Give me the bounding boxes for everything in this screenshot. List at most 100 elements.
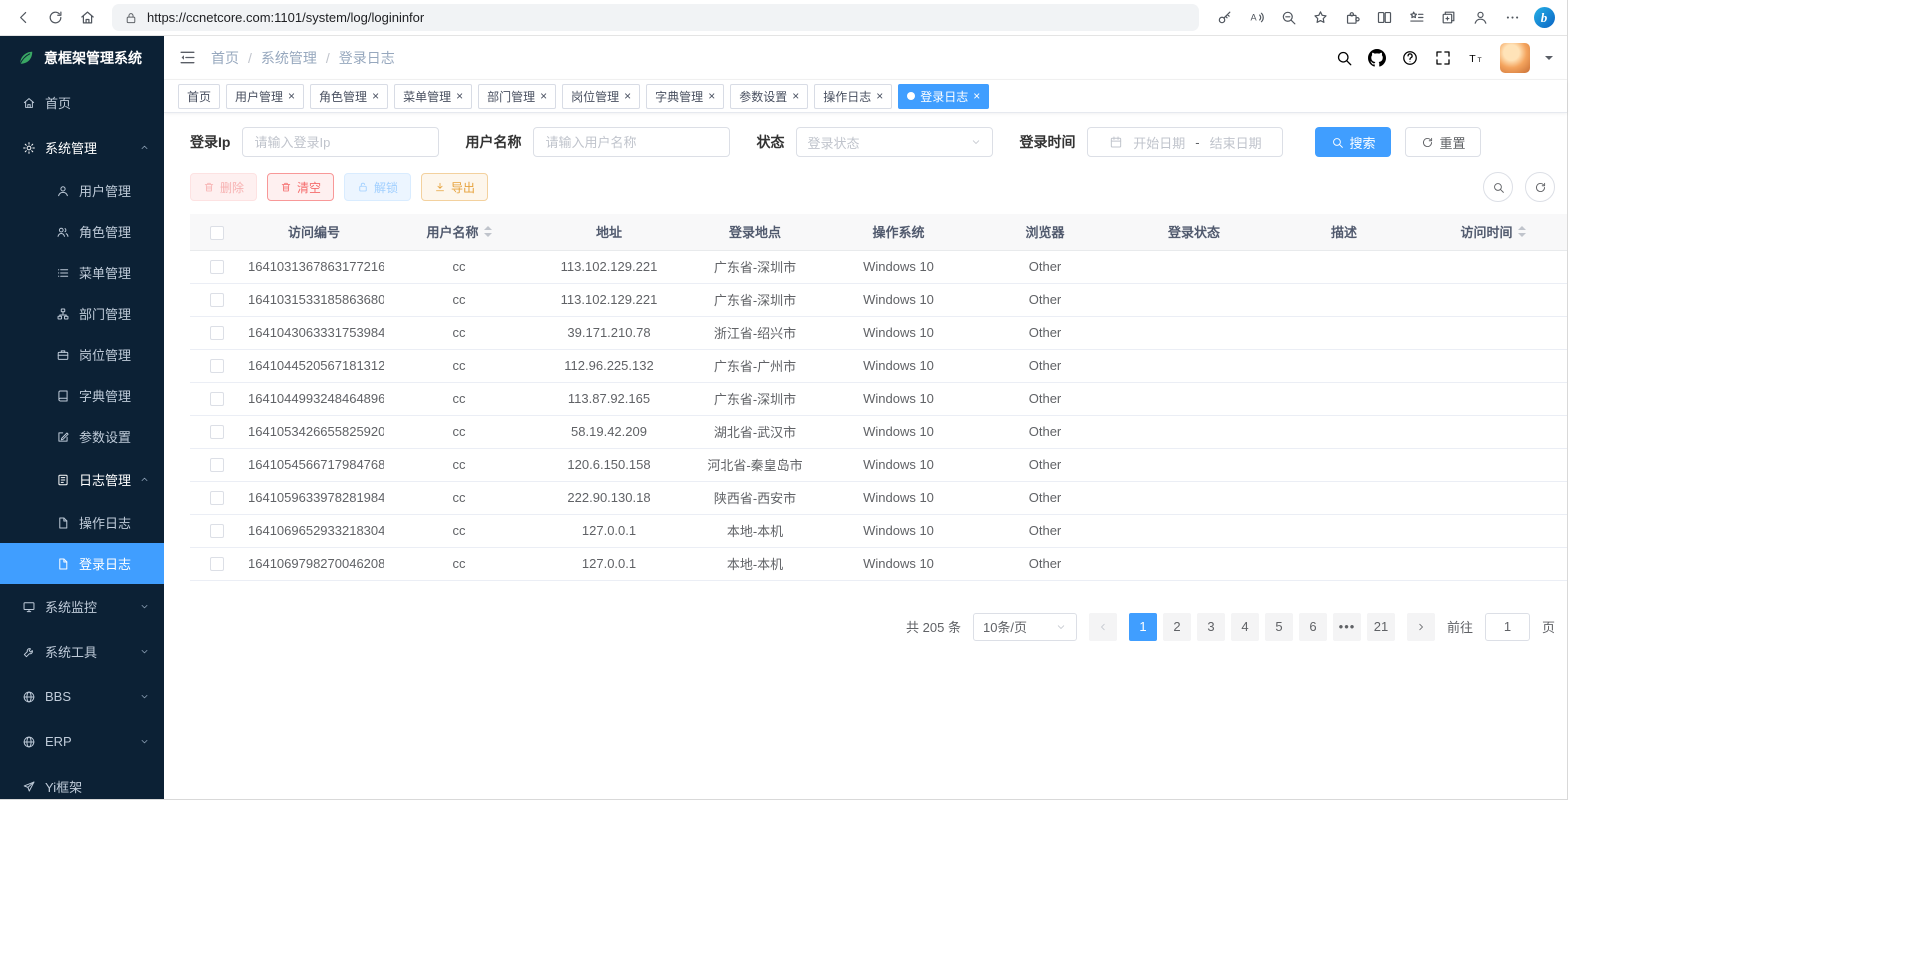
sidebar-item[interactable]: 用户管理 [0, 170, 164, 211]
page-button[interactable]: 4 [1231, 613, 1259, 641]
column-header[interactable]: 访问时间 [1419, 214, 1567, 250]
address-bar[interactable]: https://ccnetcore.com:1101/system/log/lo… [112, 4, 1199, 31]
sidebar-item[interactable]: 参数设置 [0, 416, 164, 457]
unlock-button[interactable]: 解锁 [344, 173, 411, 201]
column-header[interactable]: 登录状态 [1119, 214, 1269, 250]
page-button[interactable]: 6 [1299, 613, 1327, 641]
row-checkbox[interactable] [210, 491, 224, 505]
browser-profile-icon[interactable] [1465, 3, 1495, 33]
login-ip-input[interactable] [242, 127, 439, 157]
avatar-dropdown-icon[interactable] [1545, 56, 1553, 64]
page-size-select[interactable]: 10条/页 [973, 613, 1077, 641]
row-checkbox[interactable] [210, 359, 224, 373]
column-header[interactable]: 操作系统 [826, 214, 971, 250]
password-key-icon[interactable] [1209, 3, 1239, 33]
sidebar-item[interactable]: 系统管理 [0, 125, 164, 170]
column-header[interactable]: 登录地点 [684, 214, 826, 250]
font-size-icon[interactable] [1467, 49, 1485, 67]
sidebar-toggle-icon[interactable] [178, 48, 197, 67]
row-checkbox[interactable] [210, 260, 224, 274]
breadcrumb-item[interactable]: 首页/ [211, 48, 261, 68]
column-header[interactable]: 描述 [1269, 214, 1419, 250]
tab[interactable]: 首页 [178, 84, 220, 109]
collections-icon[interactable] [1433, 3, 1463, 33]
close-icon[interactable] [708, 90, 715, 102]
sidebar-item[interactable]: Yi框架 [0, 764, 164, 799]
tab[interactable]: 操作日志 [814, 84, 892, 109]
status-select[interactable]: 登录状态 [796, 127, 993, 157]
sidebar-item[interactable]: 字典管理 [0, 375, 164, 416]
toggle-search-button[interactable] [1483, 172, 1513, 202]
zoom-icon[interactable] [1273, 3, 1303, 33]
close-icon[interactable] [372, 90, 379, 102]
column-header[interactable]: 用户名称 [384, 214, 534, 250]
copilot-icon[interactable]: b [1529, 3, 1559, 33]
column-header[interactable]: 浏览器 [971, 214, 1119, 250]
refresh-button[interactable] [40, 3, 70, 33]
close-icon[interactable] [540, 90, 547, 102]
extensions-icon[interactable] [1337, 3, 1367, 33]
help-icon[interactable] [1401, 49, 1419, 67]
split-screen-icon[interactable] [1369, 3, 1399, 33]
close-icon[interactable] [792, 90, 799, 102]
page-button[interactable]: 21 [1367, 613, 1395, 641]
back-button[interactable] [8, 3, 38, 33]
tab[interactable]: 菜单管理 [394, 84, 472, 109]
sidebar-item[interactable]: 系统工具 [0, 629, 164, 674]
row-checkbox[interactable] [210, 557, 224, 571]
page-button[interactable]: ••• [1333, 613, 1361, 641]
search-icon[interactable] [1335, 49, 1353, 67]
page-button[interactable]: 1 [1129, 613, 1157, 641]
page-button[interactable]: 3 [1197, 613, 1225, 641]
browser-menu-icon[interactable] [1497, 3, 1527, 33]
tab[interactable]: 用户管理 [226, 84, 304, 109]
sidebar-item[interactable]: 系统监控 [0, 584, 164, 629]
column-header[interactable]: 地址 [534, 214, 684, 250]
tab[interactable]: 部门管理 [478, 84, 556, 109]
page-button[interactable]: 2 [1163, 613, 1191, 641]
home-button[interactable] [72, 3, 102, 33]
tab[interactable]: 岗位管理 [562, 84, 640, 109]
tab[interactable]: 角色管理 [310, 84, 388, 109]
search-button[interactable]: 搜索 [1315, 127, 1391, 157]
export-button[interactable]: 导出 [421, 173, 488, 201]
fullscreen-icon[interactable] [1434, 49, 1452, 67]
goto-page-input[interactable] [1485, 613, 1530, 641]
sidebar-item[interactable]: 部门管理 [0, 293, 164, 334]
username-input[interactable] [533, 127, 730, 157]
next-page-button[interactable] [1407, 613, 1435, 641]
row-checkbox[interactable] [210, 425, 224, 439]
select-all-checkbox[interactable] [210, 226, 224, 240]
sidebar-item[interactable]: 岗位管理 [0, 334, 164, 375]
prev-page-button[interactable] [1089, 613, 1117, 641]
sort-icon[interactable] [484, 226, 492, 237]
date-range-picker[interactable]: 开始日期 - 结束日期 [1087, 127, 1283, 157]
row-checkbox[interactable] [210, 458, 224, 472]
row-checkbox[interactable] [210, 392, 224, 406]
tab[interactable]: 参数设置 [730, 84, 808, 109]
page-button[interactable]: 5 [1265, 613, 1293, 641]
github-icon[interactable] [1368, 49, 1386, 67]
close-icon[interactable] [876, 90, 883, 102]
row-checkbox[interactable] [210, 524, 224, 538]
favorites-bar-icon[interactable] [1401, 3, 1431, 33]
sidebar-item[interactable]: 菜单管理 [0, 252, 164, 293]
refresh-table-button[interactable] [1525, 172, 1555, 202]
close-icon[interactable] [288, 90, 295, 102]
delete-button[interactable]: 删除 [190, 173, 257, 201]
close-icon[interactable] [624, 90, 631, 102]
column-header[interactable]: 访问编号 [244, 214, 384, 250]
tab[interactable]: 登录日志 [898, 84, 989, 109]
clear-button[interactable]: 清空 [267, 173, 334, 201]
sidebar-item[interactable]: 操作日志 [0, 502, 164, 543]
sidebar-item[interactable]: ERP [0, 719, 164, 764]
sidebar-item[interactable]: BBS [0, 674, 164, 719]
breadcrumb-item[interactable]: 登录日志/ [339, 48, 395, 68]
close-icon[interactable] [973, 90, 980, 102]
reset-button[interactable]: 重置 [1405, 127, 1481, 157]
user-avatar[interactable] [1500, 43, 1530, 73]
sidebar-item[interactable]: 角色管理 [0, 211, 164, 252]
sidebar-item[interactable]: 登录日志 [0, 543, 164, 584]
sort-icon[interactable] [1518, 226, 1526, 237]
sidebar-item[interactable]: 日志管理 [0, 457, 164, 502]
